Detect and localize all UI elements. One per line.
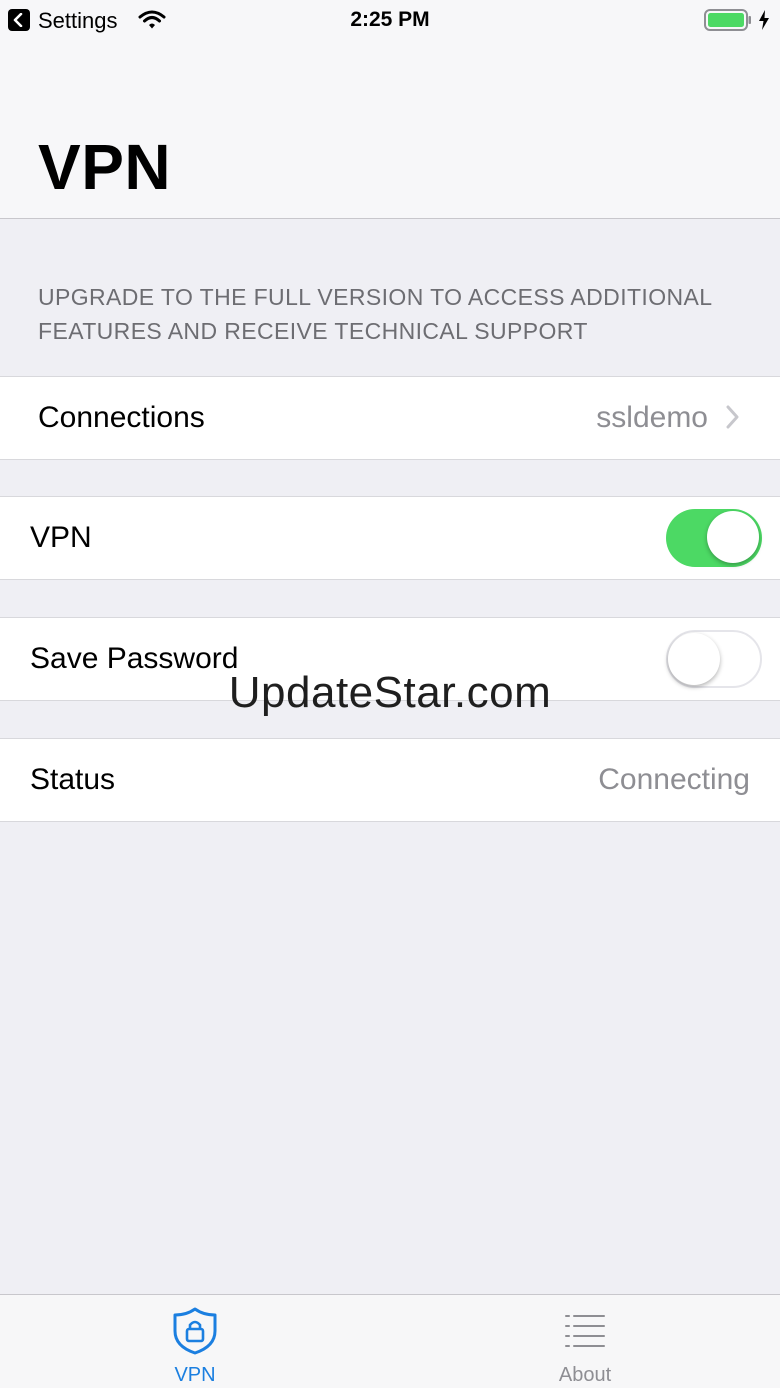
- tab-bar: VPN About: [0, 1294, 780, 1388]
- tab-about[interactable]: About: [390, 1295, 780, 1388]
- chevron-right-icon: [726, 405, 740, 434]
- status-value: Connecting: [598, 763, 750, 796]
- vpn-toggle-knob: [707, 511, 759, 563]
- status-bar-time: 2:25 PM: [350, 8, 430, 31]
- page-title: VPN: [38, 131, 172, 203]
- battery-icon: [704, 9, 752, 37]
- charging-bolt-icon: [758, 9, 770, 37]
- status-bar: Settings 2:25 PM: [0, 0, 780, 40]
- connections-value: ssldemo: [596, 401, 708, 434]
- tab-about-label: About: [558, 1364, 612, 1386]
- tab-vpn[interactable]: VPN: [0, 1295, 390, 1388]
- list-icon: [564, 1313, 606, 1354]
- navigation-header: Settings 2:25 PM VPN: [0, 0, 780, 219]
- vpn-toggle-switch[interactable]: [666, 509, 762, 567]
- status-label: Status: [30, 763, 116, 796]
- connections-label: Connections: [38, 401, 205, 434]
- vpn-toggle-row: VPN: [0, 496, 780, 580]
- vpn-toggle-label: VPN: [30, 521, 92, 554]
- shield-lock-icon: [172, 1307, 218, 1360]
- connections-row[interactable]: Connections ssldemo: [0, 376, 780, 460]
- tab-vpn-label: VPN: [174, 1364, 216, 1386]
- watermark-text: UpdateStar.com: [228, 668, 552, 717]
- upgrade-note[interactable]: UPGRADE TO THE FULL VERSION TO ACCESS AD…: [38, 280, 758, 348]
- status-row: Status Connecting: [0, 738, 780, 822]
